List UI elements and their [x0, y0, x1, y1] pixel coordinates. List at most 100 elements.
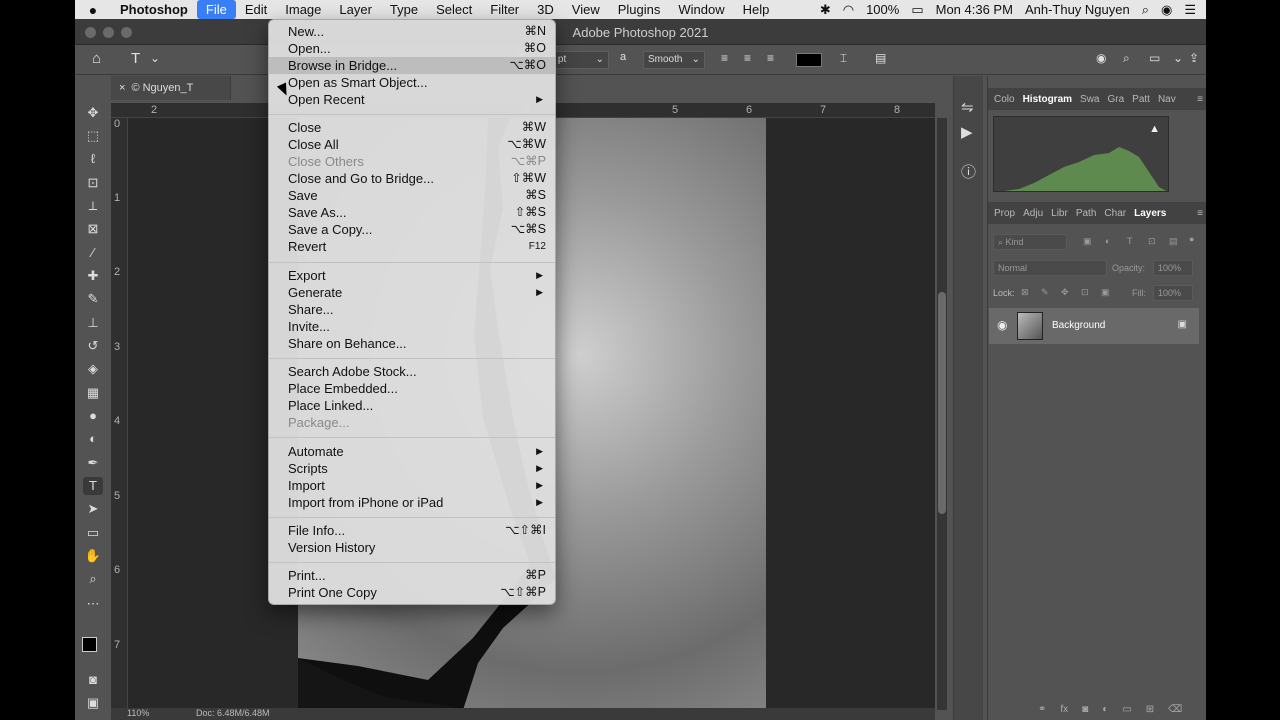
- character-panel-icon[interactable]: ▤: [875, 51, 886, 65]
- menu-item-close-all[interactable]: Close All ⌥⌘W: [269, 136, 555, 153]
- edit-toolbar-icon[interactable]: ⋯: [83, 595, 103, 613]
- menu-image[interactable]: Image: [276, 0, 330, 19]
- type-tool-icon[interactable]: T: [83, 477, 103, 495]
- menu-item-import-from-iphone[interactable]: Import from iPhone or iPad ▶: [269, 494, 555, 511]
- menu-plugins[interactable]: Plugins: [609, 0, 670, 19]
- align-left-icon[interactable]: ≡: [721, 51, 728, 65]
- menu-item-generate[interactable]: Generate ▶: [269, 284, 555, 301]
- object-selection-tool-icon[interactable]: ⊡: [83, 174, 103, 192]
- panel-menu-icon[interactable]: ≡: [1197, 208, 1206, 219]
- align-right-icon[interactable]: ≡: [767, 51, 774, 65]
- menu-window[interactable]: Window: [669, 0, 733, 19]
- menu-item-new[interactable]: New... ⌘N: [269, 23, 555, 40]
- menu-item-print-one-copy[interactable]: Print One Copy ⌥⇧⌘P: [269, 584, 555, 601]
- type-tool-preset-icon[interactable]: T: [131, 50, 140, 67]
- lock-all-icon[interactable]: ▣: [1101, 287, 1110, 298]
- quick-mask-icon[interactable]: ◙: [83, 671, 103, 689]
- tab-patterns[interactable]: Patt: [1132, 94, 1150, 105]
- layer-row[interactable]: ◉ Background ▣: [989, 308, 1199, 344]
- eraser-tool-icon[interactable]: ◈: [83, 360, 103, 378]
- link-layers-icon[interactable]: ⚭: [1038, 704, 1046, 720]
- close-tab-icon[interactable]: ×: [119, 82, 125, 94]
- new-group-icon[interactable]: ▭: [1122, 704, 1131, 720]
- menu-help[interactable]: Help: [734, 0, 779, 19]
- menu-view[interactable]: View: [563, 0, 609, 19]
- menu-edit[interactable]: Edit: [236, 0, 276, 19]
- menu-item-revert[interactable]: Revert F12: [269, 238, 555, 255]
- menu-item-save-as[interactable]: Save As... ⇧⌘S: [269, 204, 555, 221]
- filter-adjustment-icon[interactable]: ◐: [1105, 236, 1110, 246]
- user-name[interactable]: Anh-Thuy Nguyen: [1025, 2, 1130, 17]
- wifi-icon[interactable]: ◠: [843, 2, 854, 18]
- home-icon[interactable]: ⌂: [92, 50, 101, 67]
- history-panel-icon[interactable]: ⇋: [961, 98, 974, 116]
- menu-item-close-and-go-to-bridge[interactable]: Close and Go to Bridge... ⇧⌘W: [269, 170, 555, 187]
- menu-layer[interactable]: Layer: [330, 0, 381, 19]
- menu-item-version-history[interactable]: Version History: [269, 539, 555, 556]
- scroll-thumb[interactable]: [938, 292, 946, 514]
- gradient-tool-icon[interactable]: ▦: [83, 384, 103, 402]
- menu-item-invite[interactable]: Invite...: [269, 318, 555, 335]
- filter-shape-icon[interactable]: ⊡: [1148, 236, 1156, 247]
- apple-icon[interactable]: ●: [75, 2, 111, 18]
- tab-paths[interactable]: Path: [1076, 208, 1097, 219]
- tab-swatches[interactable]: Swa: [1080, 94, 1099, 105]
- vertical-scrollbar[interactable]: [937, 118, 947, 710]
- rectangle-tool-icon[interactable]: ▭: [83, 524, 103, 542]
- menu-item-open-as-smart-object[interactable]: Open as Smart Object...: [269, 74, 555, 91]
- menu-item-file-info[interactable]: File Info... ⌥⇧⌘I: [269, 522, 555, 539]
- delete-layer-icon[interactable]: ⌫: [1168, 704, 1182, 720]
- hand-tool-icon[interactable]: ✋: [83, 547, 103, 565]
- align-center-icon[interactable]: ≡: [744, 51, 751, 65]
- new-layer-icon[interactable]: ⊞: [1146, 704, 1154, 720]
- tab-histogram[interactable]: Histogram: [1023, 94, 1072, 105]
- menu-item-browse-in-bridge[interactable]: Browse in Bridge... ⌥⌘O: [269, 57, 555, 74]
- filter-smart-object-icon[interactable]: ▤: [1169, 236, 1178, 247]
- bluetooth-icon[interactable]: ✱: [820, 2, 831, 18]
- menu-item-search-adobe-stock[interactable]: Search Adobe Stock...: [269, 363, 555, 380]
- layer-style-icon[interactable]: fx: [1060, 704, 1068, 720]
- control-center-icon[interactable]: ☰: [1184, 2, 1196, 18]
- menu-item-print[interactable]: Print... ⌘P: [269, 567, 555, 584]
- menu-item-open[interactable]: Open... ⌘O: [269, 40, 555, 57]
- app-menu[interactable]: Photoshop: [111, 0, 197, 19]
- chevron-down-icon[interactable]: ⌄: [1173, 51, 1183, 65]
- account-icon[interactable]: ◉: [1096, 51, 1106, 65]
- menu-item-scripts[interactable]: Scripts ▶: [269, 460, 555, 477]
- layer-filter-kind[interactable]: ⌕ Kind: [993, 234, 1067, 250]
- tab-adjustments[interactable]: Adju: [1023, 208, 1043, 219]
- history-brush-tool-icon[interactable]: ↺: [83, 337, 103, 355]
- actions-panel-icon[interactable]: ▶: [961, 123, 973, 141]
- menu-item-open-recent[interactable]: Open Recent ▶: [269, 91, 555, 108]
- lock-image-icon[interactable]: ✎: [1041, 287, 1049, 298]
- opacity-field[interactable]: 100%: [1153, 260, 1193, 276]
- clock[interactable]: Mon 4:36 PM: [936, 2, 1013, 17]
- menu-item-import[interactable]: Import ▶: [269, 477, 555, 494]
- layer-name[interactable]: Background: [1052, 320, 1105, 331]
- warp-text-icon[interactable]: ⌶: [840, 51, 847, 66]
- tab-layers[interactable]: Layers: [1134, 208, 1166, 219]
- adjustment-layer-icon[interactable]: ◐: [1102, 704, 1108, 720]
- lock-artboard-icon[interactable]: ⊡: [1081, 287, 1089, 298]
- tab-character[interactable]: Char: [1104, 208, 1126, 219]
- menu-item-save[interactable]: Save ⌘S: [269, 187, 555, 204]
- crop-tool-icon[interactable]: ⟂: [83, 197, 103, 215]
- info-panel-icon[interactable]: ⓘ: [961, 161, 976, 182]
- fill-field[interactable]: 100%: [1153, 285, 1193, 301]
- move-tool-icon[interactable]: ✥: [83, 104, 103, 122]
- frame-tool-icon[interactable]: ⊠: [83, 220, 103, 238]
- layer-mask-icon[interactable]: ◙: [1082, 704, 1088, 720]
- lock-transparent-icon[interactable]: ⊠: [1021, 287, 1029, 298]
- tab-navigator[interactable]: Nav: [1158, 94, 1176, 105]
- menu-item-place-embedded[interactable]: Place Embedded...: [269, 380, 555, 397]
- share-icon[interactable]: ⇪: [1189, 51, 1199, 65]
- filter-toggle-icon[interactable]: ●: [1189, 234, 1194, 244]
- zoom-level[interactable]: 110%: [127, 708, 149, 718]
- menu-item-save-a-copy[interactable]: Save a Copy... ⌥⌘S: [269, 221, 555, 238]
- brush-tool-icon[interactable]: ✎: [83, 290, 103, 308]
- tab-color[interactable]: Colo: [994, 94, 1015, 105]
- filter-pixel-icon[interactable]: ▣: [1083, 236, 1092, 247]
- zoom-tool-icon[interactable]: ⌕: [83, 570, 103, 588]
- menu-item-share[interactable]: Share...: [269, 301, 555, 318]
- tab-gradients[interactable]: Gra: [1107, 94, 1124, 105]
